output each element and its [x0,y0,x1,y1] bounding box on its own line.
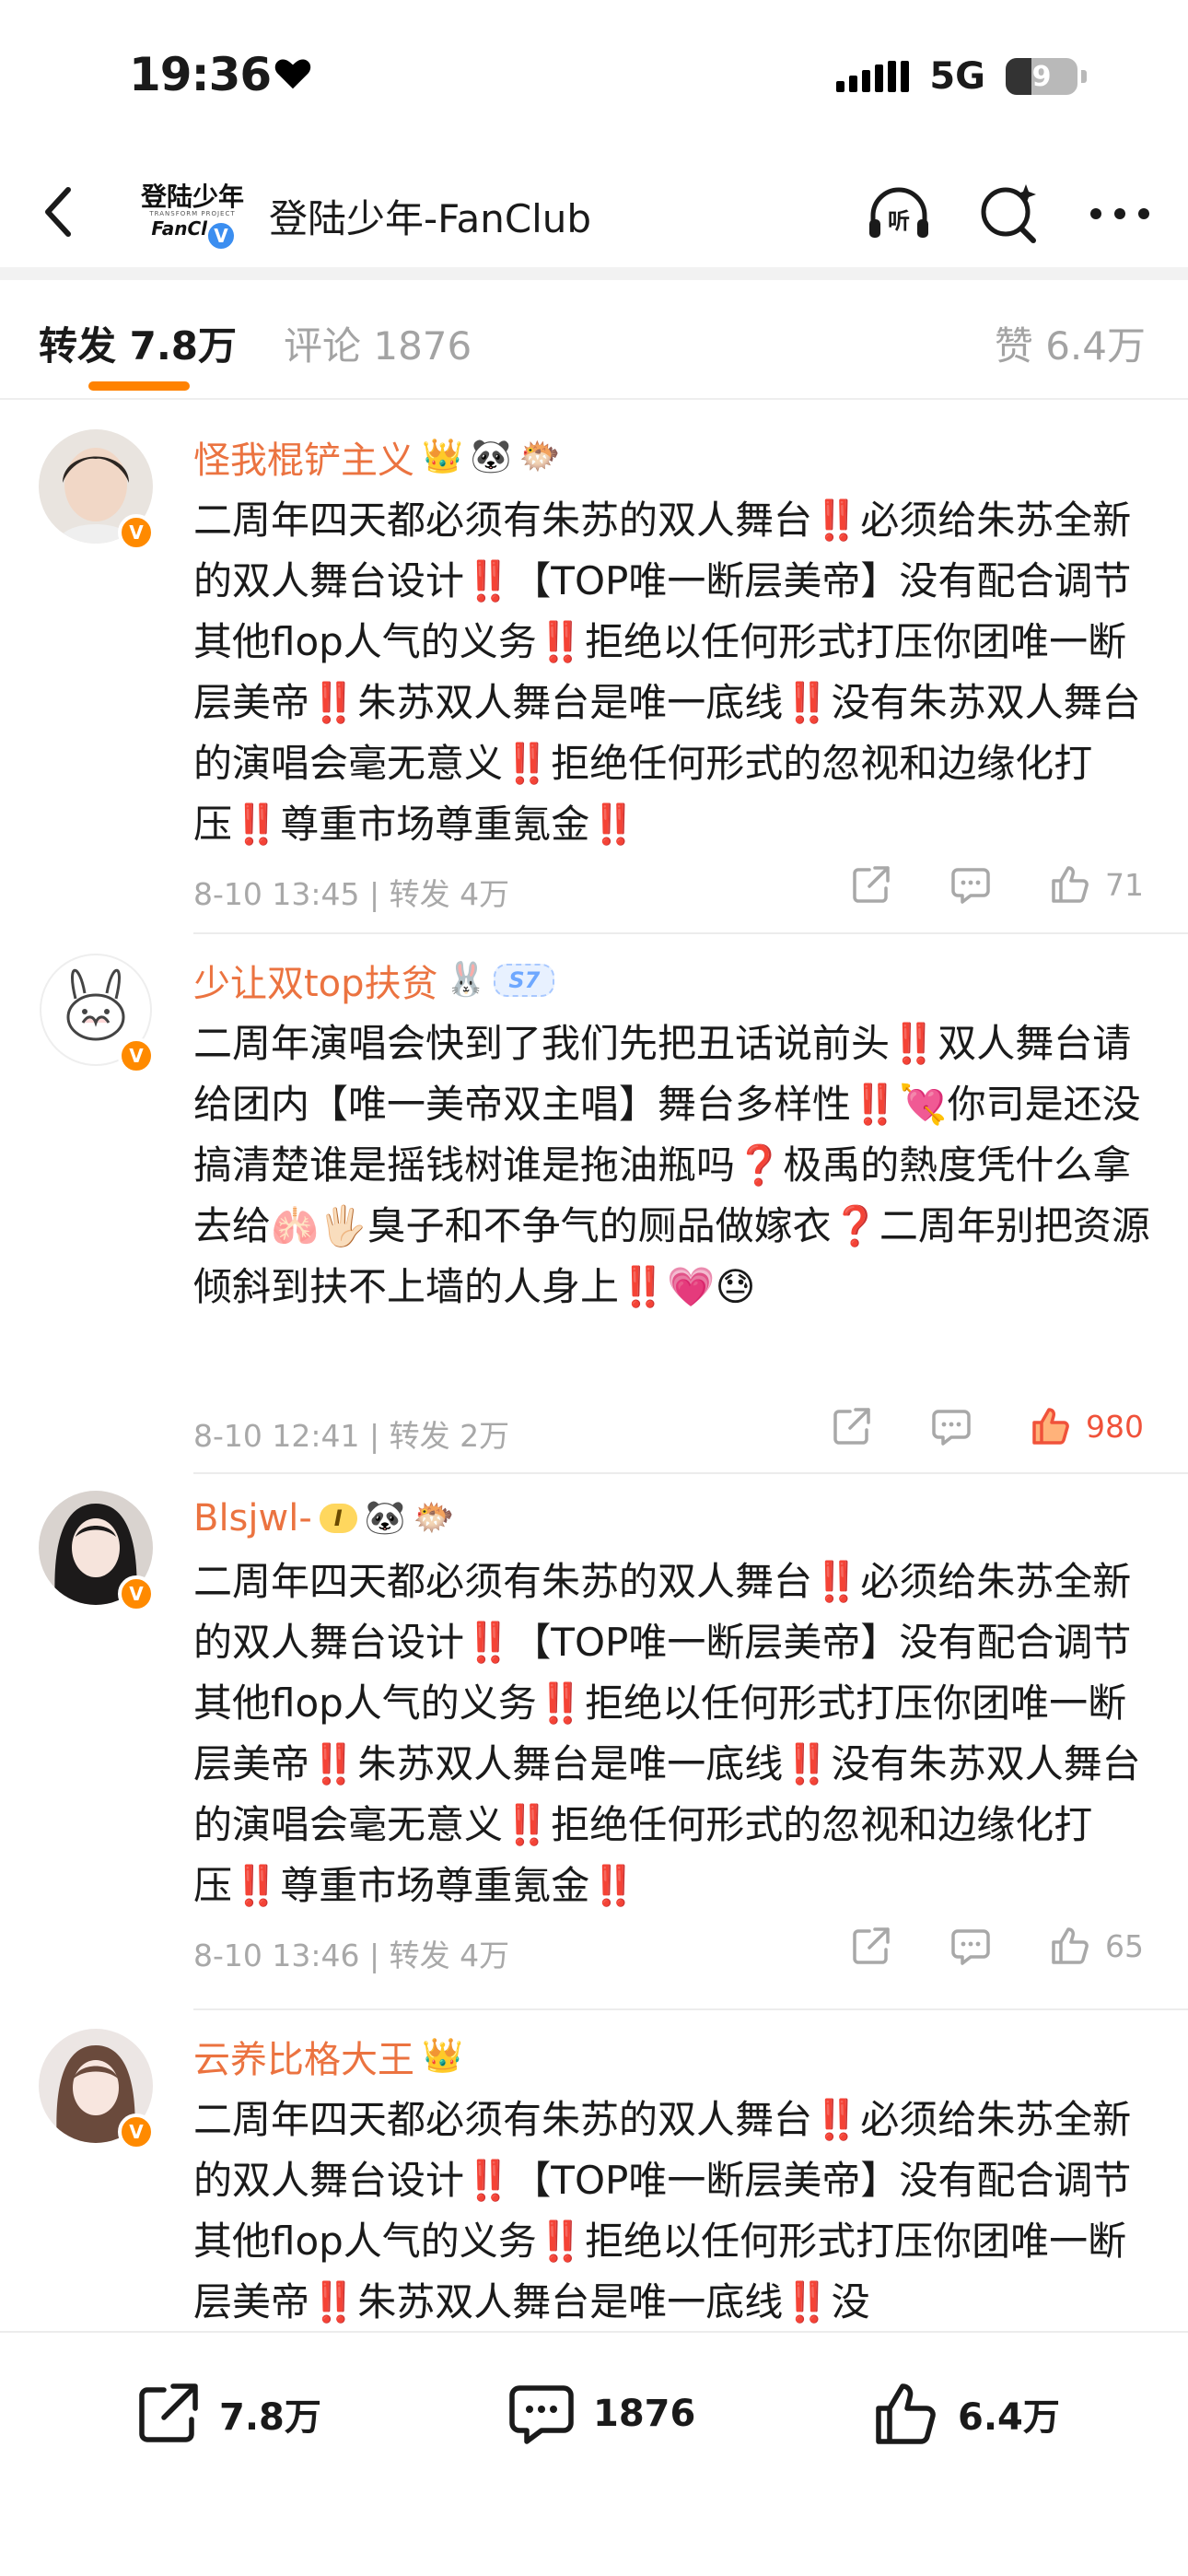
repost-button[interactable] [849,1924,893,1968]
post-content: 二周年四天都必须有朱苏的双人舞台‼️必须给朱苏全新的双人舞台设计‼️【TOP唯一… [193,1559,1141,1908]
like-button[interactable]: 71 [1048,862,1144,907]
repost-button[interactable] [849,862,893,907]
share-icon [139,2383,198,2442]
post-meta: 8-10 13:46 | 转发 4万 [193,1938,510,1973]
listen-icon[interactable]: 听 [864,179,934,249]
vip-badge: I [319,1504,357,1533]
like-count: 65 [1105,1927,1144,1964]
repost-button[interactable] [830,1404,874,1448]
share-icon [853,1927,890,1964]
tab-comment[interactable]: 评论 1876 [284,315,472,371]
signal-icon [836,61,910,92]
share-icon [833,1408,870,1445]
like-count: 980 [1086,1408,1144,1445]
club-avatar-title: 登陆少年 [140,181,244,212]
crown-badge-icon: 👑 [422,2037,463,2075]
tab-like[interactable]: 赞 6.4万 [995,315,1146,371]
comment-icon [932,1410,971,1446]
post-content: 二周年四天都必须有朱苏的双人舞台‼️必须给朱苏全新的双人舞台设计‼️【TOP唯一… [193,498,1141,847]
list-item: V 怪我棍铲主义 👑 🐼 🐡 二周年四天都必须有朱苏的双人舞台‼️必须给朱苏全新… [0,411,1188,934]
bottom-repost-button[interactable]: 7.8万 [131,2377,321,2451]
bunny-badge-icon: 🐰 [445,961,487,999]
nav-divider [0,267,1188,280]
thumbs-up-icon [1052,866,1089,903]
bottom-repost-count: 7.8万 [219,2396,321,2439]
status-bar: 19:36 5G 9 [0,0,1188,157]
battery-tip [1081,70,1087,83]
bottom-comment-button[interactable]: 1876 [505,2377,695,2451]
verified-badge-icon: V [118,1037,155,1074]
verified-badge-icon: V [118,514,155,551]
panda-badge-icon: 🐼 [470,438,512,475]
list-item: V 云养比格大王 👑 二周年四天都必须有朱苏的双人舞台‼️必须给朱苏全新的双人舞… [0,2010,1188,2331]
comment-icon [951,1929,990,1965]
battery-level: 9 [1031,60,1052,93]
nav-bar: 登陆少年 TRANSFORM PROJECT FanClub V 登陆少年-Fa… [0,157,1188,267]
level-badge: S7 [494,964,555,997]
network-type: 5G [929,55,985,98]
thumbs-up-icon [876,2383,936,2444]
comment-icon [951,868,990,904]
post-content: 二周年演唱会快到了我们先把丑话说前头‼️双人舞台请给团内【唯一美帝双主唱】舞台多… [193,1021,1150,1309]
bottom-like-button[interactable]: 6.4万 [869,2377,1060,2451]
comment-button[interactable] [929,1404,973,1448]
share-icon [853,866,890,903]
list-item: V Blsjwl- I 🐼 🐡 二周年四天都必须有朱苏的双人舞台‼️必须给朱苏全… [0,1472,1188,2010]
fish-badge-icon: 🐡 [518,438,561,475]
bottom-comment-count: 1876 [593,2393,696,2435]
status-time: 19:36 [129,48,272,101]
bottom-like-count: 6.4万 [958,2396,1060,2439]
username[interactable]: Blsjwl- [193,1497,312,1540]
status-indicators: 5G 9 [836,55,1087,98]
tab-repost[interactable]: 转发 7.8万 [39,315,237,371]
username[interactable]: 少让双top扶贫 [193,954,438,1007]
username[interactable]: 怪我棍铲主义 [193,430,414,484]
heart-icon [274,59,311,89]
comment-button[interactable] [949,862,993,907]
tab-bar: 转发 7.8万 评论 1876 赞 6.4万 [0,280,1188,400]
club-avatar-subtitle: TRANSFORM PROJECT [149,210,236,217]
verified-badge-icon: V [118,2113,155,2150]
list-item: V 少让双top扶贫 🐰 S7 二周年演唱会快到了我们先把丑话说前头‼️双人舞台… [0,934,1188,1474]
bottom-action-bar: 7.8万 1876 6.4万 [0,2331,1188,2576]
more-dots-icon[interactable] [1085,179,1155,249]
like-count: 71 [1105,866,1144,903]
verified-badge-icon: V [204,219,238,252]
comment-icon [509,2385,574,2444]
crown-badge-icon: 👑 [422,438,463,475]
listen-label: 听 [888,208,910,234]
like-button[interactable]: 65 [1048,1924,1144,1968]
panda-badge-icon: 🐼 [364,1499,406,1537]
back-arrow-icon[interactable] [28,177,92,247]
post-content: 二周年四天都必须有朱苏的双人舞台‼️必须给朱苏全新的双人舞台设计‼️【TOP唯一… [193,2097,1132,2324]
thumbs-up-icon [1032,1408,1069,1445]
ai-search-icon[interactable] [974,179,1044,249]
active-tab-indicator [88,381,190,391]
comment-button[interactable] [949,1924,993,1968]
like-button[interactable]: 980 [1029,1404,1144,1448]
thumbs-up-icon [1052,1927,1089,1964]
battery-icon: 9 [1006,58,1077,95]
username[interactable]: 云养比格大王 [193,2030,414,2083]
post-meta: 8-10 13:45 | 转发 4万 [193,876,510,912]
post-meta: 8-10 12:41 | 转发 2万 [193,1418,510,1454]
fish-badge-icon: 🐡 [413,1499,455,1537]
page-title[interactable]: 登陆少年-FanClub [269,188,591,244]
verified-badge-icon: V [118,1575,155,1612]
